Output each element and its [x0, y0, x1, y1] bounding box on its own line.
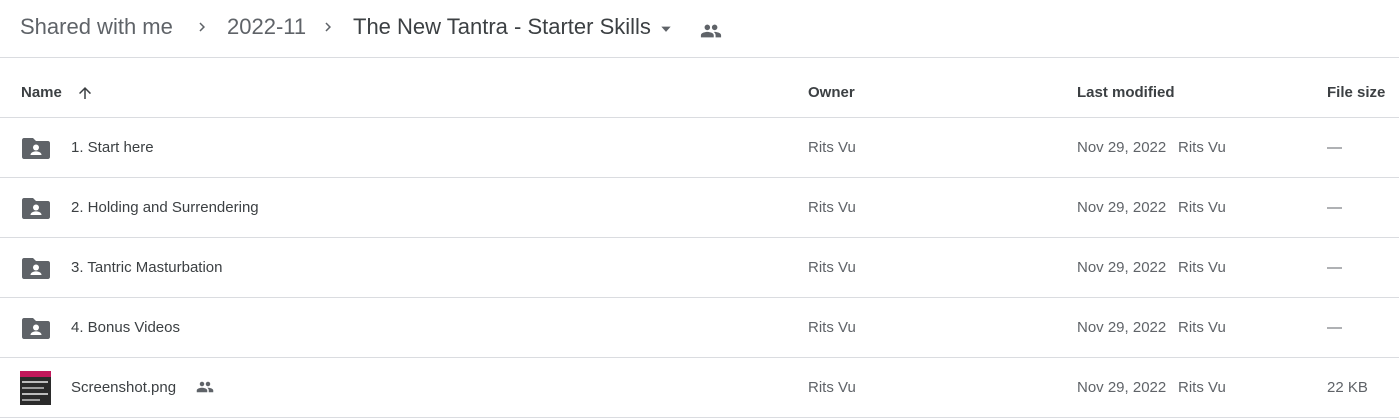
file-size: — — [1327, 199, 1342, 216]
column-header-file-size: File size — [1327, 84, 1386, 101]
arrow-drop-down-icon[interactable] — [659, 22, 673, 36]
file-modified-date: Nov 29, 2022 — [1077, 319, 1167, 336]
file-modified-by: Rits Vu — [1178, 319, 1226, 336]
file-modified-date: Nov 29, 2022 — [1077, 199, 1167, 216]
image-thumbnail — [20, 371, 51, 405]
file-size: 22 KB — [1327, 379, 1368, 396]
shared-folder-icon — [22, 196, 50, 220]
file-size: — — [1327, 259, 1342, 276]
shared-folder-icon — [22, 256, 50, 280]
breadcrumb-shared-with-me[interactable]: Shared with me — [20, 16, 173, 38]
file-row[interactable]: 1. Start here Rits Vu Nov 29, 2022 Rits … — [0, 118, 1399, 178]
file-name: 2. Holding and Surrendering — [71, 199, 259, 216]
file-row[interactable]: 4. Bonus Videos Rits Vu Nov 29, 2022 Rit… — [0, 298, 1399, 358]
file-modified-date: Nov 29, 2022 — [1077, 259, 1167, 276]
file-modified-date: Nov 29, 2022 — [1077, 139, 1167, 156]
file-modified-by: Rits Vu — [1178, 259, 1226, 276]
arrow-upward-icon[interactable] — [76, 84, 94, 106]
column-header-last-modified[interactable]: Last modified — [1077, 85, 1175, 100]
file-row[interactable]: 2. Holding and Surrendering Rits Vu Nov … — [0, 178, 1399, 238]
file-modified-by: Rits Vu — [1178, 379, 1226, 396]
file-modified-by: Rits Vu — [1178, 199, 1226, 216]
file-owner: Rits Vu — [808, 139, 856, 156]
column-header-name[interactable]: Name — [21, 85, 62, 100]
shared-folder-icon — [22, 136, 50, 160]
breadcrumb: Shared with me 2022-11 The New Tantra - … — [0, 0, 1399, 58]
file-modified-by: Rits Vu — [1178, 139, 1226, 156]
breadcrumb-current-folder[interactable]: The New Tantra - Starter Skills — [353, 16, 651, 38]
people-icon[interactable] — [700, 20, 722, 42]
chevron-right-icon — [319, 18, 337, 36]
file-list-header: Name Owner Last modified File size — [0, 58, 1399, 118]
file-name: Screenshot.png — [71, 379, 177, 396]
file-size: — — [1327, 139, 1342, 156]
chevron-right-icon — [193, 18, 211, 36]
file-modified-date: Nov 29, 2022 — [1077, 379, 1167, 396]
column-header-owner: Owner — [808, 84, 855, 101]
file-name: 4. Bonus Videos — [71, 319, 180, 336]
shared-folder-icon — [22, 316, 50, 340]
file-owner: Rits Vu — [808, 259, 856, 276]
file-name: 1. Start here — [71, 139, 154, 156]
people-icon — [194, 378, 216, 396]
file-name: 3. Tantric Masturbation — [71, 259, 223, 276]
file-row[interactable]: 3. Tantric Masturbation Rits Vu Nov 29, … — [0, 238, 1399, 298]
breadcrumb-2022-11[interactable]: 2022-11 — [227, 16, 306, 38]
file-row[interactable]: Screenshot.png Rits Vu Nov 29, 2022 Rits… — [0, 358, 1399, 418]
file-owner: Rits Vu — [808, 379, 856, 396]
file-owner: Rits Vu — [808, 199, 856, 216]
file-owner: Rits Vu — [808, 319, 856, 336]
file-size: — — [1327, 319, 1342, 336]
